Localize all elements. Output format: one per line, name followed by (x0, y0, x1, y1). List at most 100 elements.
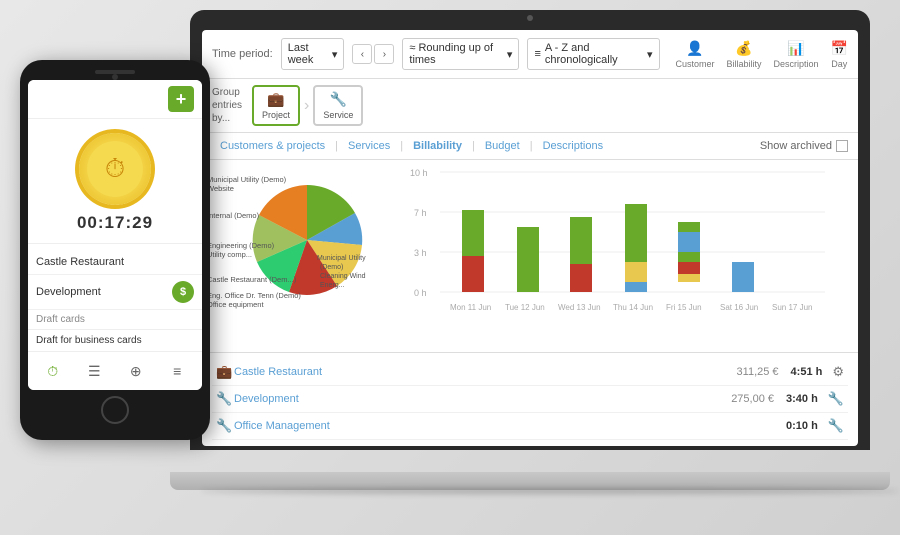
rounding-label: ≈ Rounding up of times (409, 42, 503, 66)
list-item-0: 💼 Castle Restaurant 311,25 € 4:51 h ⚙ (212, 359, 848, 386)
timer-display: 00:17:29 (77, 213, 153, 233)
group-entries-label: Group entries by... (212, 86, 242, 125)
pie-chart: Municipal Utility (Demo) Website Interna… (202, 160, 377, 315)
office-management-name[interactable]: Office Management (234, 420, 774, 432)
tab-descriptions[interactable]: Descriptions (535, 137, 612, 155)
customer-icon: 👤 (686, 40, 703, 57)
time-period-select[interactable]: Last week ▾ (281, 38, 345, 70)
project-label: Project (262, 110, 290, 120)
development-icon: 🔧 (216, 391, 234, 407)
time-period-label: Time period: (212, 48, 273, 60)
description-label: Description (774, 59, 819, 69)
castle-restaurant-time: 4:51 h (791, 366, 823, 378)
billability-icon-item[interactable]: 💰 Billability (727, 40, 762, 69)
phone-menu-nav-icon[interactable]: ≡ (164, 358, 190, 384)
phone-list-item-0: Castle Restaurant (28, 250, 202, 275)
phone-header: + (28, 80, 202, 119)
office-management-time: 0:10 h (786, 420, 818, 432)
sort-label: A - Z and chronologically (545, 42, 643, 66)
day-icon: 📅 (831, 40, 848, 57)
bar-chart: 10 h 7 h 3 h 0 h (382, 162, 858, 332)
phone-bottom (28, 390, 202, 430)
prev-btn[interactable]: ‹ (352, 44, 372, 64)
svg-text:Internal (Demo): Internal (Demo) (207, 211, 260, 220)
day-label: Day (831, 59, 847, 69)
project-icon: 💼 (267, 91, 284, 108)
svg-text:Mon 11 Jun: Mon 11 Jun (450, 303, 491, 312)
svg-text:Energ...: Energ... (320, 282, 345, 289)
group-items: 💼 Project › 🔧 Service (252, 85, 363, 126)
group-separator: › (304, 97, 309, 115)
phone-castle-restaurant: Castle Restaurant (36, 256, 194, 268)
svg-text:Municipal Utility (Demo): Municipal Utility (Demo) (207, 175, 287, 184)
svg-text:Fri 15 Jun: Fri 15 Jun (666, 303, 702, 312)
description-icon-item[interactable]: 📊 Description (774, 40, 819, 69)
development-gear[interactable]: 🔧 (828, 391, 844, 407)
phone: + ⏱ 00:17:29 Castle Restaurant Developme… (20, 60, 210, 440)
phone-list-item-1: Development $ (28, 275, 202, 310)
rounding-select[interactable]: ≈ Rounding up of times ▾ (402, 38, 519, 70)
customer-icon-item[interactable]: 👤 Customer (676, 40, 715, 69)
castle-restaurant-name[interactable]: Castle Restaurant (234, 366, 737, 378)
timer-ring-inner: ⏱ (87, 141, 143, 197)
phone-list-nav-icon[interactable]: ☰ (81, 358, 107, 384)
draft-business-cards: Draft for business cards (36, 335, 142, 346)
day-icon-item[interactable]: 📅 Day (831, 40, 848, 69)
development-name[interactable]: Development (234, 393, 731, 405)
phone-list: Castle Restaurant Development $ Draft ca… (28, 244, 202, 351)
development-amount: 275,00 € (731, 393, 774, 405)
tab-customers[interactable]: Customers & projects (212, 137, 333, 155)
svg-text:Office equipment: Office equipment (207, 300, 264, 309)
laptop-screen: Time period: Last week ▾ ‹ › ≈ Rounding … (202, 30, 858, 446)
tab-sep-2: | (400, 140, 403, 152)
laptop-body: Time period: Last week ▾ ‹ › ≈ Rounding … (190, 10, 870, 450)
development-time: 3:40 h (786, 393, 818, 405)
group-row: Group entries by... 💼 Project › 🔧 Servic… (202, 79, 858, 133)
svg-text:Website: Website (207, 184, 234, 193)
description-icon: 📊 (787, 40, 804, 57)
phone-dollar-btn[interactable]: $ (172, 281, 194, 303)
svg-text:Cleaning Wind: Cleaning Wind (320, 273, 366, 280)
svg-text:10 h: 10 h (410, 168, 428, 178)
phone-draft-item: Draft for business cards (28, 330, 202, 351)
billability-label: Billability (727, 59, 762, 69)
main-area: Municipal Utility (Demo) Website Interna… (202, 160, 858, 352)
phone-timer-nav-icon[interactable]: ⏱ (40, 358, 66, 384)
svg-text:0 h: 0 h (414, 288, 427, 298)
office-management-icon: 🔧 (216, 418, 234, 434)
svg-text:Sun 17 Jun: Sun 17 Jun (772, 303, 812, 312)
svg-text:7 h: 7 h (414, 208, 427, 218)
service-icon: 🔧 (330, 91, 347, 108)
phone-bottom-bar: ⏱ ☰ ⊕ ≡ (28, 351, 202, 390)
group-project-item[interactable]: 💼 Project (252, 85, 300, 126)
screen-content: Time period: Last week ▾ ‹ › ≈ Rounding … (202, 30, 858, 446)
phone-development: Development (36, 286, 172, 298)
show-archived-label: Show archived (760, 140, 832, 152)
svg-text:Utility comp...: Utility comp... (207, 250, 252, 259)
laptop-base-shadow (200, 488, 900, 494)
office-management-gear[interactable]: 🔧 (828, 418, 844, 434)
tab-budget[interactable]: Budget (477, 137, 528, 155)
tab-billability[interactable]: Billability (405, 137, 470, 155)
castle-restaurant-gear[interactable]: ⚙ (832, 364, 844, 380)
tabs-row: Customers & projects | Services | Billab… (202, 133, 858, 160)
sort-select[interactable]: ≡ A - Z and chronologically ▾ (527, 38, 659, 70)
phone-add-button[interactable]: + (168, 86, 194, 112)
phone-add-nav-icon[interactable]: ⊕ (123, 358, 149, 384)
phone-draft-label: Draft cards (28, 310, 202, 330)
service-label: Service (323, 110, 353, 120)
castle-restaurant-amount: 311,25 € (737, 366, 779, 378)
next-btn[interactable]: › (374, 44, 394, 64)
phone-camera (112, 74, 118, 80)
chevron-down-icon-2: ▾ (507, 48, 513, 61)
group-service-item[interactable]: 🔧 Service (313, 85, 363, 126)
svg-text:3 h: 3 h (414, 248, 427, 258)
phone-home-button[interactable] (101, 396, 129, 424)
checkbox-icon[interactable] (836, 140, 848, 152)
tab-services[interactable]: Services (340, 137, 398, 155)
tab-sep-3: | (472, 140, 475, 152)
svg-text:Tue 12 Jun: Tue 12 Jun (505, 303, 545, 312)
list-item-2: 🔧 Office Management 0:10 h 🔧 (212, 413, 848, 440)
sort-icon: ≡ (534, 48, 540, 60)
svg-text:Eng. Office Dr. Tenn (Demo): Eng. Office Dr. Tenn (Demo) (207, 291, 301, 300)
